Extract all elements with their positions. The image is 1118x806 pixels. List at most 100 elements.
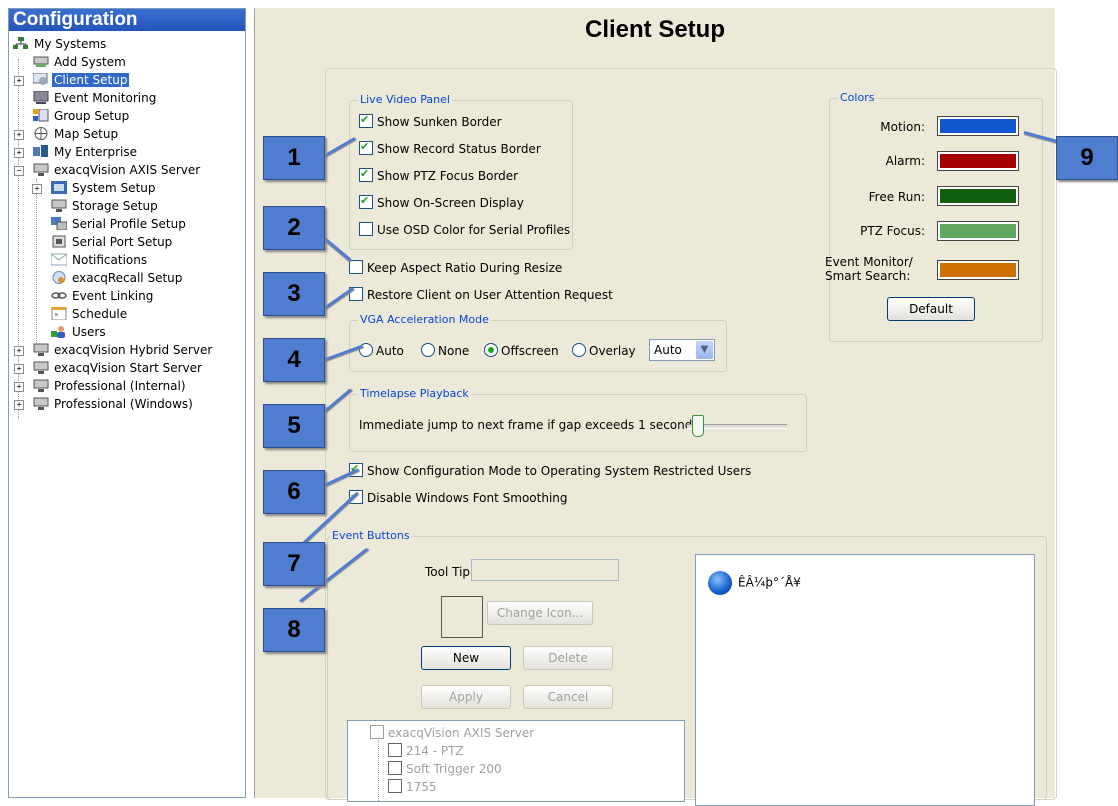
tree-item-exacqrecall-setup[interactable]: exacqRecall Setup xyxy=(51,269,184,287)
cancel-button[interactable]: Cancel xyxy=(523,685,613,709)
alarm-color-swatch[interactable] xyxy=(937,151,1019,171)
tree-item-map-setup[interactable]: Map Setup xyxy=(33,125,120,143)
radio-button[interactable] xyxy=(484,343,498,357)
storage-icon xyxy=(51,199,67,212)
keep-aspect-ratio-checkbox[interactable]: Keep Aspect Ratio During Resize xyxy=(349,260,562,276)
motion-color-swatch[interactable] xyxy=(937,116,1019,136)
tooltip-label: Tool Tip: xyxy=(425,565,475,579)
checkbox-box[interactable] xyxy=(359,166,373,182)
tooltip-input[interactable] xyxy=(471,559,619,581)
callout-9: 9 xyxy=(1056,136,1118,180)
expand-toggle[interactable]: + xyxy=(14,130,24,140)
tree-item-group-setup[interactable]: Group Setup xyxy=(33,107,131,125)
expand-toggle[interactable]: + xyxy=(14,76,24,86)
tree-item-serial-port-setup[interactable]: Serial Port Setup xyxy=(51,233,174,251)
tree-item-client-setup[interactable]: Client Setup xyxy=(32,71,130,89)
radio-button[interactable] xyxy=(421,343,435,357)
show-ptz-focus-border-checkbox[interactable]: Show PTZ Focus Border xyxy=(359,166,518,184)
callout-2: 2 xyxy=(263,206,325,250)
checkbox-box[interactable] xyxy=(388,779,402,793)
vga-overlay-radio[interactable]: Overlay xyxy=(572,343,636,359)
show-on-screen-display-checkbox[interactable]: Show On-Screen Display xyxy=(359,193,524,211)
tree-item-serial-profile-setup[interactable]: Serial Profile Setup xyxy=(51,215,188,233)
checkbox-box[interactable] xyxy=(388,743,402,757)
expand-toggle[interactable]: + xyxy=(14,148,24,158)
server-icon xyxy=(33,361,49,374)
tree-item-notifications[interactable]: Notifications xyxy=(50,251,149,269)
tree-item-soft-trigger[interactable]: Soft Trigger 200 xyxy=(388,761,502,777)
tree-item-1755[interactable]: 1755 xyxy=(388,779,437,795)
expand-toggle[interactable]: + xyxy=(14,364,24,374)
vga-mode-dropdown[interactable]: Auto ▼ xyxy=(649,339,715,361)
monitor-icon xyxy=(33,90,49,104)
tree-line xyxy=(378,737,379,801)
expand-toggle[interactable]: + xyxy=(14,400,24,410)
new-button[interactable]: New xyxy=(421,646,511,670)
vga-none-radio[interactable]: None xyxy=(421,343,469,359)
checkbox-box[interactable] xyxy=(359,222,373,236)
callout-3: 3 xyxy=(263,272,325,316)
callout-5: 5 xyxy=(263,404,325,448)
tree-item-professional-windows[interactable]: Professional (Windows) xyxy=(33,395,195,413)
tree-item-event-linking[interactable]: Event Linking xyxy=(51,287,155,305)
show-record-status-border-checkbox[interactable]: Show Record Status Border xyxy=(359,139,541,157)
ptz-focus-color-swatch[interactable] xyxy=(937,221,1019,241)
disable-font-smoothing-checkbox[interactable]: Disable Windows Font Smoothing xyxy=(349,488,568,506)
checkbox-box[interactable] xyxy=(359,112,373,128)
tree-item-schedule[interactable]: Schedule xyxy=(51,305,129,323)
checkbox-box[interactable] xyxy=(359,139,373,155)
tree-item-my-enterprise[interactable]: My Enterprise xyxy=(33,143,139,161)
free-run-color-swatch[interactable] xyxy=(937,186,1019,206)
collapse-toggle[interactable]: − xyxy=(14,166,24,176)
radio-button[interactable] xyxy=(572,343,586,357)
expand-toggle[interactable]: + xyxy=(32,184,42,194)
event-sources-tree[interactable]: exacqVision AXIS Server 214 - PTZ Soft T… xyxy=(347,720,685,802)
tree-item-ptz[interactable]: 214 - PTZ xyxy=(388,743,464,759)
expand-toggle[interactable]: + xyxy=(14,346,24,356)
recall-icon xyxy=(51,271,67,284)
checkbox-box[interactable] xyxy=(370,725,384,739)
vga-acceleration-legend: VGA Acceleration Mode xyxy=(358,313,491,326)
tree-item-start-server[interactable]: exacqVision Start Server xyxy=(33,359,204,377)
callout-6: 6 xyxy=(263,470,325,514)
tree-item-users[interactable]: Users xyxy=(51,323,108,341)
vga-offscreen-radio[interactable]: Offscreen xyxy=(484,343,559,359)
default-colors-button[interactable]: Default xyxy=(887,297,975,321)
tree-item-professional-internal[interactable]: Professional (Internal) xyxy=(33,377,188,395)
delete-button[interactable]: Delete xyxy=(523,646,613,670)
tree-item-axis-server[interactable]: exacqVision AXIS Server xyxy=(33,161,202,179)
server-icon xyxy=(33,397,49,410)
calendar-icon xyxy=(51,306,67,321)
show-sunken-border-checkbox[interactable]: Show Sunken Border xyxy=(359,112,502,130)
timelapse-slider-thumb[interactable] xyxy=(692,415,704,437)
system-icon xyxy=(51,181,67,194)
checkbox-box[interactable] xyxy=(388,761,402,775)
live-video-panel-legend: Live Video Panel xyxy=(358,93,452,106)
event-button-list[interactable]: ÊÂ¼þ°´Å¥ xyxy=(695,554,1035,806)
server-icon xyxy=(33,379,49,392)
tree-item-event-monitoring[interactable]: Event Monitoring xyxy=(33,89,158,107)
alarm-color-label: Alarm: xyxy=(885,154,925,168)
use-osd-color-checkbox[interactable]: Use OSD Color for Serial Profiles xyxy=(359,222,570,238)
tree-item-add-system[interactable]: Add System xyxy=(33,53,128,71)
tree-item-system-setup[interactable]: System Setup xyxy=(51,179,158,197)
free-run-color-label: Free Run: xyxy=(868,190,925,204)
client-setup-panel: Client Setup Live Video Panel Show Sunke… xyxy=(254,8,1057,806)
apply-button[interactable]: Apply xyxy=(421,685,511,709)
tree-item-my-systems[interactable]: My Systems xyxy=(13,35,108,53)
change-icon-button[interactable]: Change Icon... xyxy=(487,601,593,625)
tree-item-axis-server[interactable]: exacqVision AXIS Server xyxy=(370,725,534,741)
event-monitor-color-label: Event Monitor/ Smart Search: xyxy=(825,255,913,283)
show-configuration-mode-checkbox[interactable]: Show Configuration Mode to Operating Sys… xyxy=(349,461,751,479)
checkbox-box[interactable] xyxy=(359,193,373,209)
tree-item-hybrid-server[interactable]: exacqVision Hybrid Server xyxy=(33,341,214,359)
vga-auto-radio[interactable]: Auto xyxy=(359,343,404,359)
chevron-down-icon[interactable]: ▼ xyxy=(696,341,713,359)
list-item[interactable]: ÊÂ¼þ°´Å¥ xyxy=(708,569,801,595)
link-icon xyxy=(51,289,67,302)
tree-item-storage-setup[interactable]: Storage Setup xyxy=(51,197,160,215)
event-monitor-color-swatch[interactable] xyxy=(937,260,1019,280)
restore-client-checkbox[interactable]: Restore Client on User Attention Request xyxy=(349,287,613,303)
expand-toggle[interactable]: + xyxy=(14,382,24,392)
checkbox-box[interactable] xyxy=(349,260,363,274)
